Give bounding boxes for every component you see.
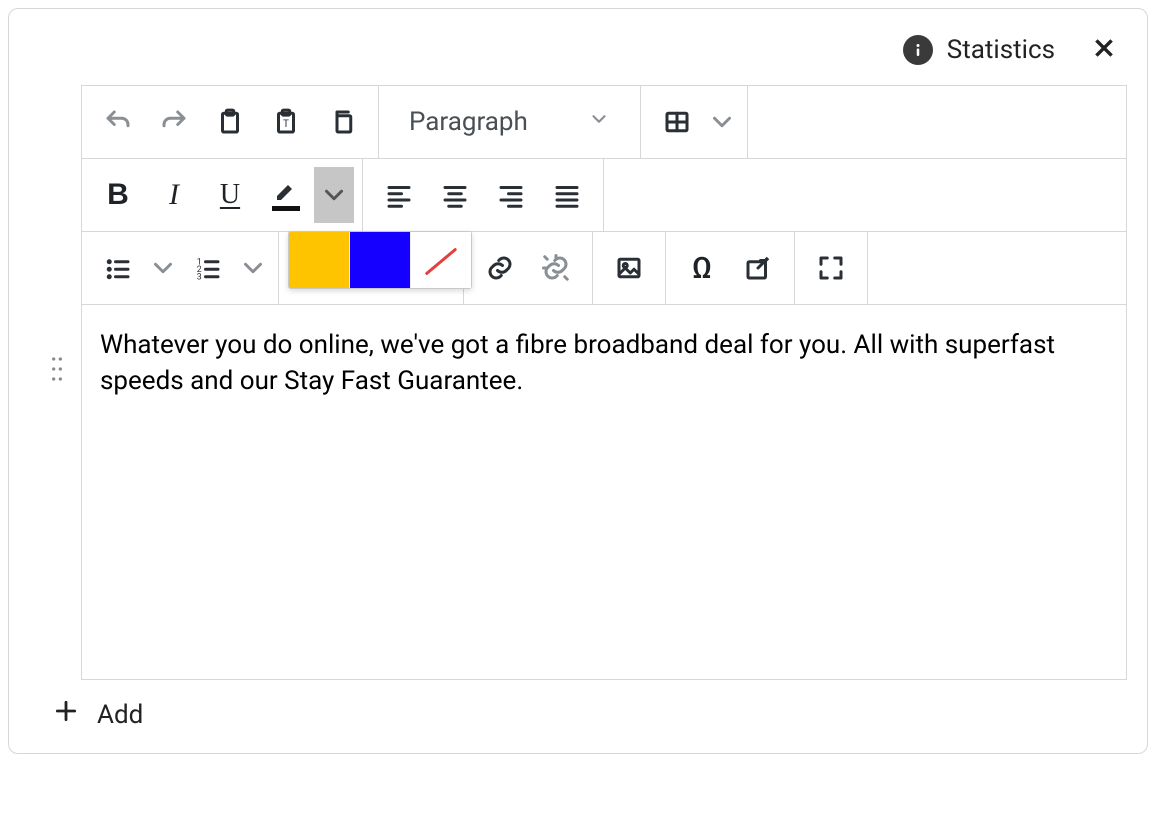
- bullet-list-button[interactable]: [90, 240, 146, 296]
- align-center-button[interactable]: [427, 167, 483, 223]
- paragraph-text: Whatever you do online, we've got a fibr…: [100, 330, 1055, 396]
- highlight-menu-button[interactable]: [314, 167, 354, 223]
- plus-icon: [53, 698, 79, 731]
- underline-button[interactable]: U: [202, 167, 258, 223]
- underline-icon: U: [220, 179, 240, 211]
- svg-text:3: 3: [197, 272, 202, 282]
- close-button[interactable]: [1091, 35, 1117, 65]
- paste-text-button[interactable]: T: [258, 94, 314, 150]
- info-icon: [903, 35, 933, 65]
- fullscreen-button[interactable]: [803, 240, 859, 296]
- toolbar-row-3: 123 ✕ Ω: [82, 232, 1126, 305]
- highlight-underline: [272, 206, 300, 211]
- color-swatch-blue[interactable]: [350, 232, 411, 288]
- drag-handle[interactable]: [43, 85, 71, 385]
- block-format-select[interactable]: Paragraph: [387, 107, 632, 137]
- align-justify-button[interactable]: [539, 167, 595, 223]
- add-block-button[interactable]: Add: [29, 680, 1127, 739]
- chevron-down-icon: [588, 107, 610, 137]
- statistics-link[interactable]: Statistics: [903, 35, 1055, 65]
- panel-header: Statistics: [29, 29, 1127, 85]
- undo-button[interactable]: [90, 94, 146, 150]
- bullet-list-menu[interactable]: [146, 240, 180, 296]
- copy-button[interactable]: [314, 94, 370, 150]
- embed-button[interactable]: [730, 240, 786, 296]
- link-button[interactable]: [472, 240, 528, 296]
- redo-button[interactable]: [146, 94, 202, 150]
- editor-panel: Statistics T Paragraph: [8, 8, 1148, 754]
- statistics-label: Statistics: [947, 35, 1055, 65]
- toolbar-row-2: B I U: [82, 159, 1126, 232]
- bold-button[interactable]: B: [90, 167, 146, 223]
- table-menu-button[interactable]: [705, 94, 739, 150]
- highlight-button[interactable]: [258, 167, 314, 223]
- color-swatch-yellow[interactable]: [289, 232, 350, 288]
- italic-icon: I: [169, 178, 179, 212]
- italic-button[interactable]: I: [146, 167, 202, 223]
- special-char-button[interactable]: Ω: [674, 240, 730, 296]
- paste-button[interactable]: [202, 94, 258, 150]
- numbered-list-button[interactable]: 123: [180, 240, 236, 296]
- block-format-value: Paragraph: [409, 107, 528, 137]
- unlink-button[interactable]: [528, 240, 584, 296]
- highlight-color-popover: [288, 231, 472, 289]
- table-button[interactable]: [649, 94, 705, 150]
- svg-text:T: T: [283, 119, 289, 130]
- color-swatch-none[interactable]: [411, 232, 471, 288]
- bold-icon: B: [107, 178, 129, 212]
- toolbar-row-1: T Paragraph: [82, 86, 1126, 159]
- image-button[interactable]: [601, 240, 657, 296]
- rich-text-editor: T Paragraph B I: [81, 85, 1127, 680]
- align-right-button[interactable]: [483, 167, 539, 223]
- editor-content[interactable]: Whatever you do online, we've got a fibr…: [82, 305, 1126, 679]
- numbered-list-menu[interactable]: [236, 240, 270, 296]
- add-label: Add: [97, 700, 143, 730]
- align-left-button[interactable]: [371, 167, 427, 223]
- omega-icon: Ω: [692, 251, 712, 286]
